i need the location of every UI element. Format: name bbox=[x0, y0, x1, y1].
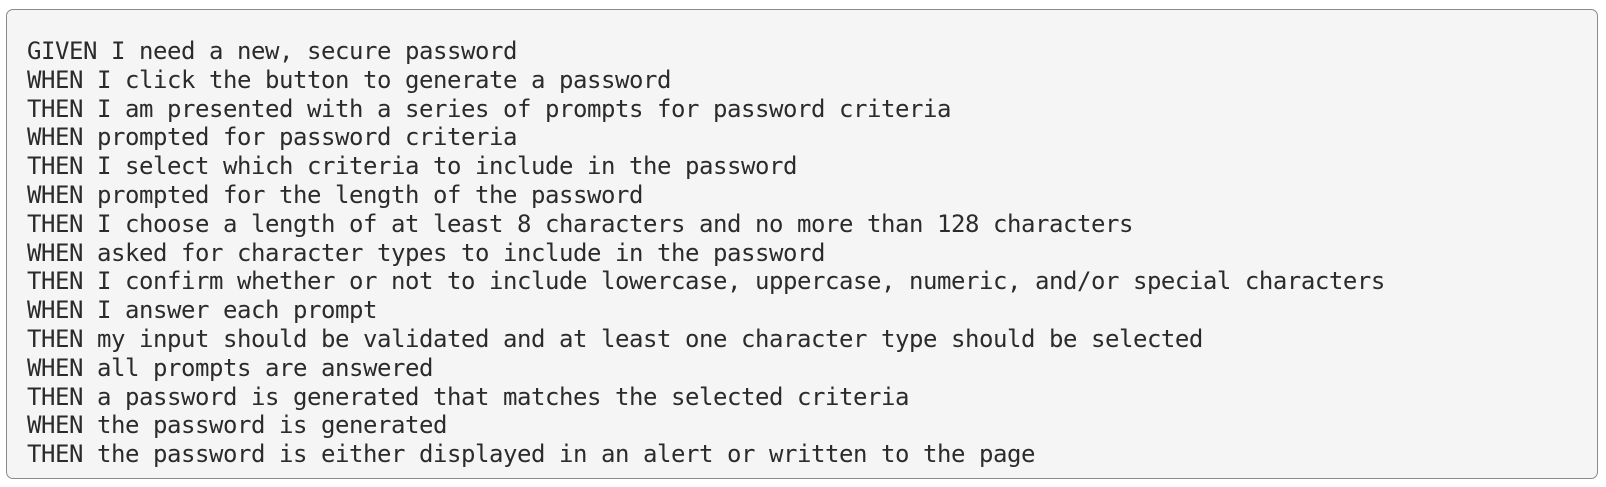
code-line: WHEN asked for character types to includ… bbox=[27, 238, 825, 267]
code-line: WHEN prompted for the length of the pass… bbox=[27, 180, 643, 209]
code-line: WHEN I answer each prompt bbox=[27, 296, 377, 325]
code-block: GIVEN I need a new, secure password WHEN… bbox=[6, 9, 1598, 479]
code-line: THEN I confirm whether or not to include… bbox=[27, 267, 1385, 296]
code-line: THEN my input should be validated and at… bbox=[27, 324, 1203, 353]
code-line: THEN I select which criteria to include … bbox=[27, 152, 797, 181]
code-line: WHEN prompted for password criteria bbox=[27, 123, 517, 152]
code-line: THEN the password is either displayed in… bbox=[27, 440, 1035, 469]
code-line: THEN I am presented with a series of pro… bbox=[27, 94, 951, 123]
code-line: GIVEN I need a new, secure password bbox=[27, 37, 517, 65]
code-line: WHEN the password is generated bbox=[27, 411, 447, 440]
code-line: WHEN all prompts are answered bbox=[27, 353, 433, 382]
code-line: THEN I choose a length of at least 8 cha… bbox=[27, 209, 1133, 238]
code-line: WHEN I click the button to generate a pa… bbox=[27, 65, 671, 94]
code-line: THEN a password is generated that matche… bbox=[27, 382, 909, 411]
